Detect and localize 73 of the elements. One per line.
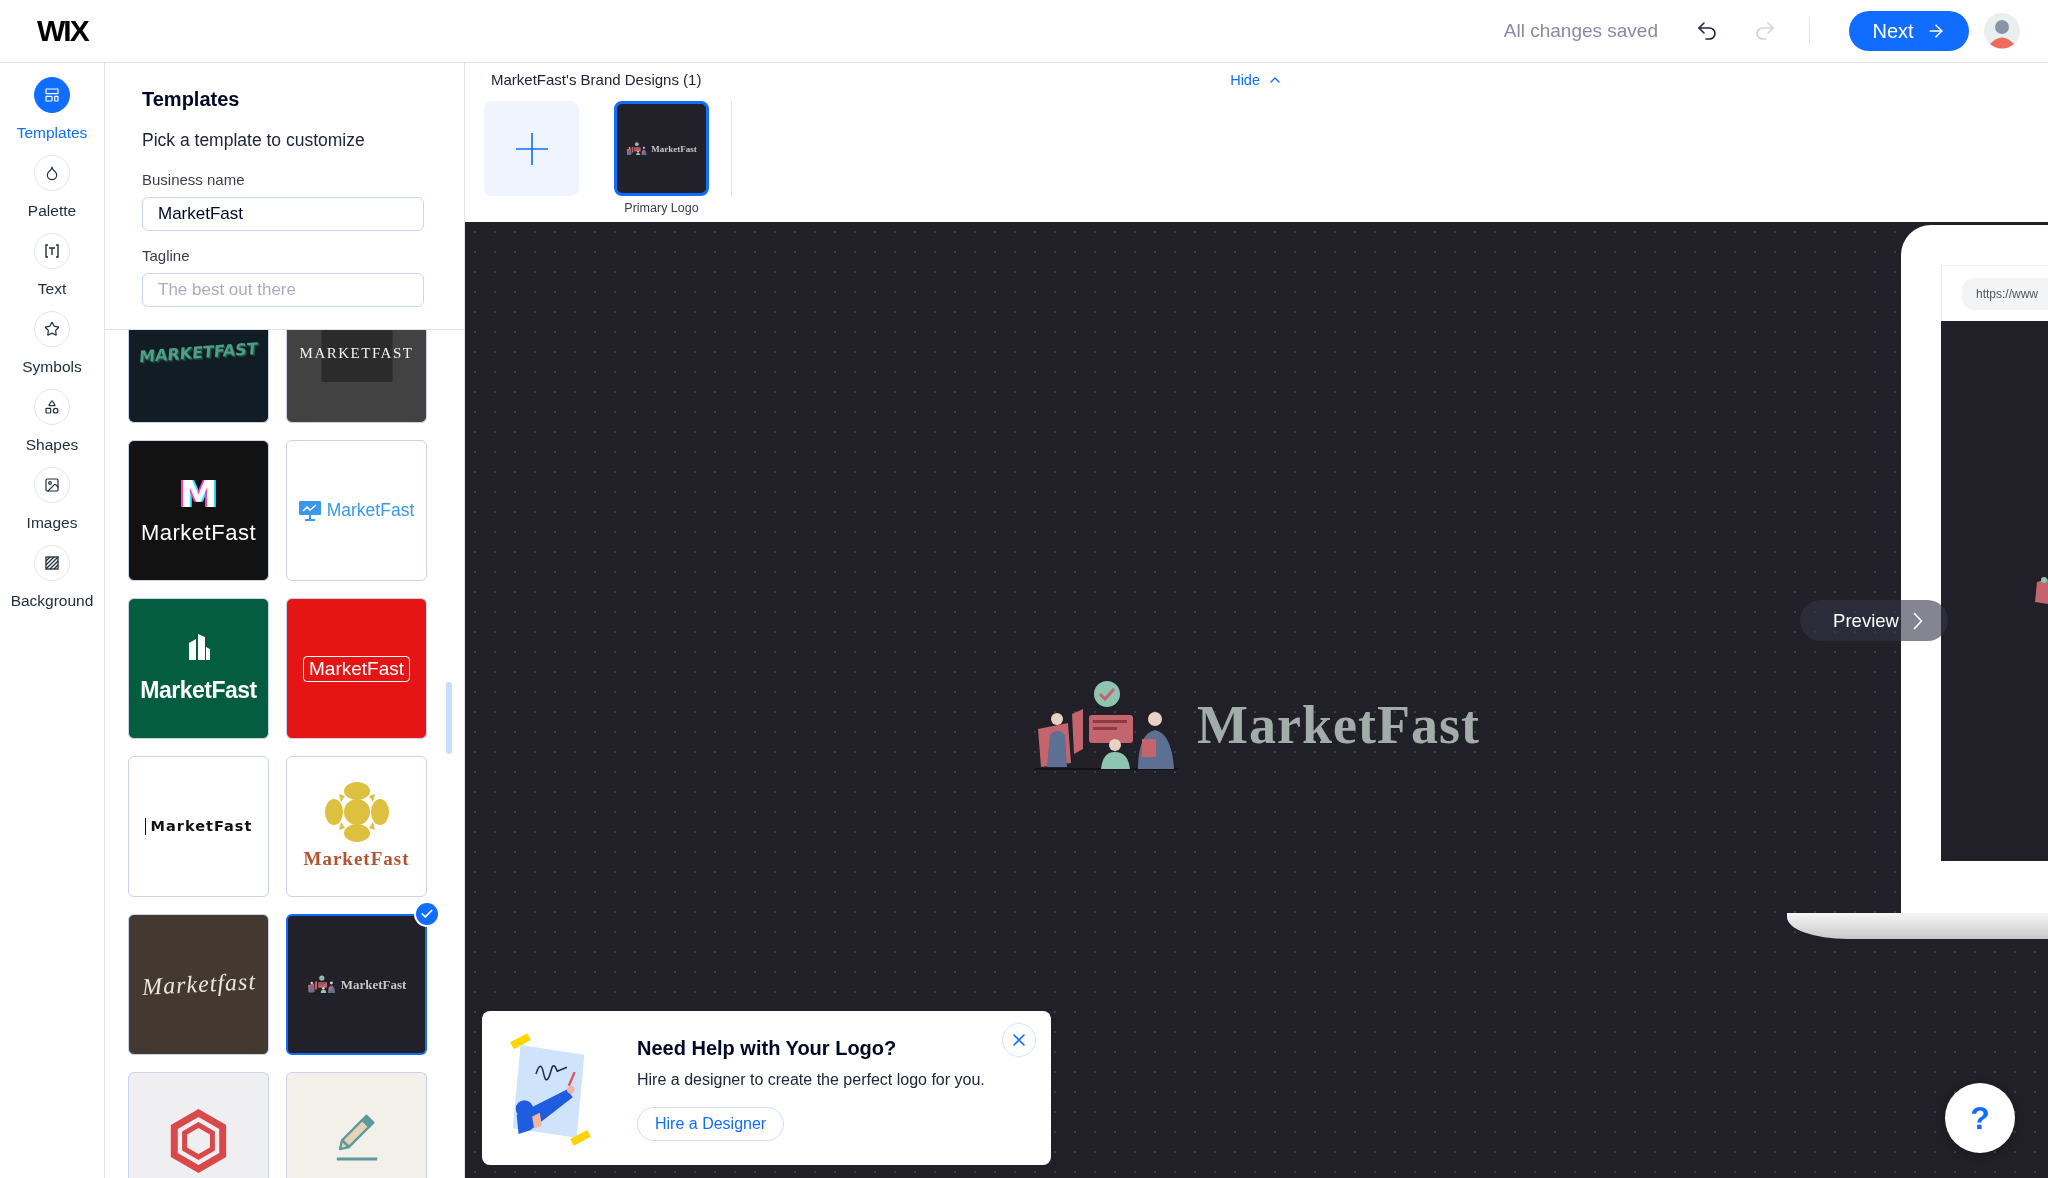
logo: WIX: [37, 14, 88, 48]
logo-text: MarketFast: [303, 848, 410, 871]
people-drawing: [626, 141, 649, 156]
shapes-icon: [34, 389, 70, 425]
logo-text: MarketFast: [651, 143, 697, 154]
sidebar-item[interactable]: Templates: [2, 77, 102, 143]
input-field[interactable]: MarketFast: [142, 197, 424, 231]
monitor-icon: [298, 500, 321, 521]
plus-icon: [515, 132, 548, 165]
sidebar-item[interactable]: Symbols: [2, 311, 102, 377]
scrollbar[interactable]: [446, 682, 452, 754]
logo-tile[interactable]: MarketFast: [614, 101, 709, 196]
panel-title: Templates: [142, 87, 241, 111]
hatch-icon: [34, 545, 70, 581]
chevron-up-icon: [1270, 77, 1280, 83]
logo-text: MarketFast: [326, 500, 415, 521]
template-card[interactable]: MarketFast: [286, 914, 427, 1055]
drop-icon: [34, 155, 70, 191]
redo-icon: [1753, 19, 1777, 43]
logo-text: MARKETFAST: [138, 339, 259, 367]
help-title: Need Help with Your Logo?: [637, 1036, 897, 1060]
sidebar-item[interactable]: Text: [2, 233, 102, 299]
input-field[interactable]: The best out there: [142, 273, 424, 307]
flower-emblem-icon: [324, 782, 389, 843]
field-label: Business name: [142, 171, 246, 189]
help-text: Hire a designer to create the perfect logo for you.: [637, 1070, 985, 1090]
avatar-icon[interactable]: [1984, 13, 2020, 49]
logo-text: MARKETFAST: [299, 344, 414, 362]
monogram-letter: M: [179, 474, 218, 515]
people-drawing: [306, 975, 337, 994]
text-icon: [34, 233, 70, 269]
building-icon: [186, 632, 211, 661]
sidebar-item[interactable]: Palette: [2, 155, 102, 221]
logo-text: MarketFast: [141, 520, 256, 547]
logo-text: MarketFast: [340, 976, 407, 993]
field-label: Tagline: [142, 247, 191, 265]
undo-icon: [1695, 19, 1719, 43]
chevron-right-icon: [1912, 611, 1923, 630]
tile-label: Primary Logo: [624, 200, 699, 216]
template-card[interactable]: MARKETFAST: [128, 330, 269, 423]
help-button[interactable]: ?: [1945, 1083, 2015, 1153]
layout-icon: [34, 77, 70, 113]
sidebar-item[interactable]: Shapes: [2, 389, 102, 455]
next-button[interactable]: Next: [1849, 11, 1969, 51]
template-card[interactable]: MarketFast: [286, 756, 427, 897]
template-card[interactable]: MARKETFAST: [286, 330, 427, 423]
template-card[interactable]: Marketfast: [128, 914, 269, 1055]
template-card[interactable]: M MarketFast: [128, 440, 269, 581]
hexagon-icon: [168, 1108, 229, 1174]
logo-text: MarketFast: [303, 655, 410, 682]
close-icon: [1013, 1034, 1025, 1046]
logo-text: MarketFast: [144, 817, 253, 836]
section-title: MarketFast's Brand Designs (1): [491, 71, 702, 89]
template-card[interactable]: MarketFast: [286, 598, 427, 739]
sidebar-item[interactable]: Images: [2, 467, 102, 533]
logo-text: MarketFast: [140, 675, 257, 705]
preview-button[interactable]: Preview: [1800, 600, 1948, 641]
template-card[interactable]: MarketFast: [128, 598, 269, 739]
hide-link[interactable]: Hide: [1230, 71, 1280, 89]
template-card[interactable]: [286, 1072, 427, 1178]
check-icon: [414, 901, 440, 927]
illustration-drawing: [2033, 576, 2048, 606]
url-field: https://www: [1962, 277, 2048, 310]
template-card[interactable]: MarketFast: [128, 756, 269, 897]
sidebar-item[interactable]: Background: [2, 545, 102, 611]
save-status: All changes saved: [1503, 20, 1658, 42]
template-card[interactable]: [128, 1072, 269, 1178]
hire-designer-button[interactable]: Hire a Designer: [637, 1107, 785, 1141]
panel-subtitle: Pick a template to customize: [142, 129, 366, 151]
image-icon: [34, 467, 70, 503]
close-button[interactable]: [1002, 1023, 1036, 1057]
logo-text: MarketFast: [1197, 694, 1480, 756]
logo-text: Marketfast: [140, 967, 257, 1002]
